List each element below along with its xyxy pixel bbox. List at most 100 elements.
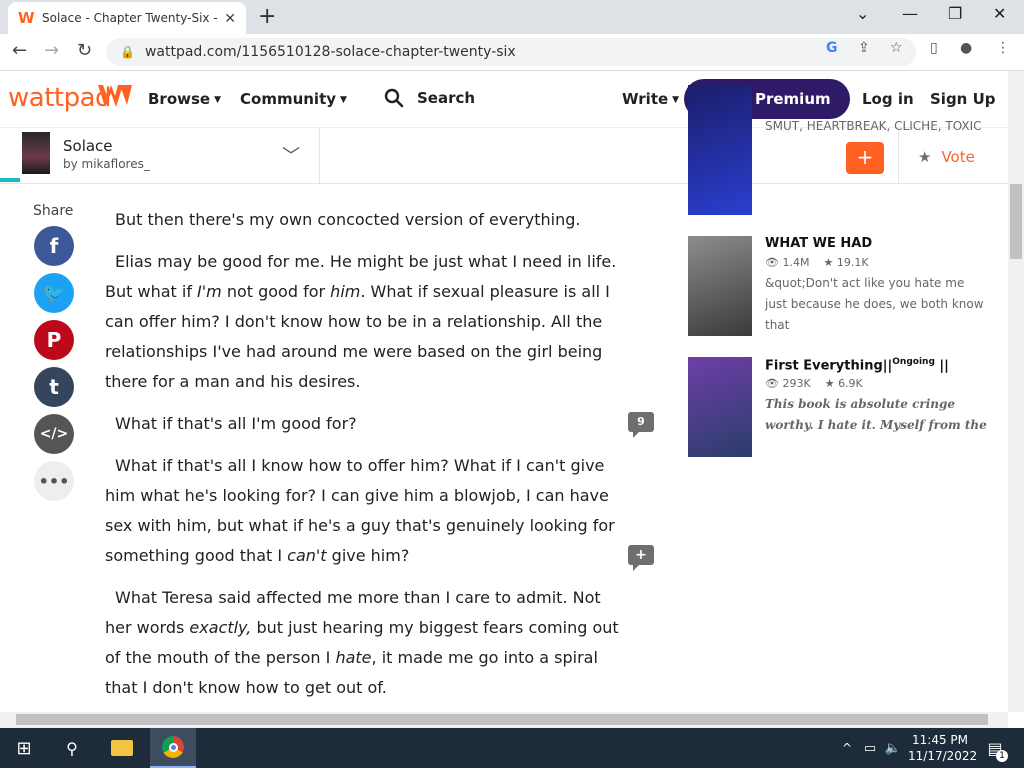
horizontal-scroll-thumb[interactable] (16, 714, 988, 725)
url-text[interactable]: wattpad.com/1156510128-solace-chapter-tw… (145, 44, 516, 60)
vertical-scroll-thumb[interactable] (1010, 184, 1022, 259)
tab-title: Solace - Chapter Twenty-Six - W (42, 11, 219, 25)
story-paragraph: But then there's my own concocted versio… (105, 205, 620, 235)
recommended-story-cover[interactable] (688, 85, 752, 215)
reads-icon: 👁 (765, 377, 779, 390)
paragraph-text: not good for (221, 282, 331, 301)
file-explorer-icon[interactable] (106, 728, 138, 768)
login-link[interactable]: Log in (862, 90, 914, 108)
reload-icon[interactable]: ↻ (77, 40, 92, 61)
recommended-story-stats: 👁 1.4M ★ 19.1K (765, 256, 869, 269)
recommended-story-stats: 👁 293K ★ 6.9K (765, 377, 863, 390)
omnibox[interactable]: 🔒 wattpad.com/1156510128-solace-chapter-… (106, 38, 916, 66)
star-icon: ★ (824, 377, 835, 390)
reads-count: 1.4M (782, 256, 810, 269)
tray-chevron-icon[interactable]: ^ (838, 728, 856, 768)
story-title[interactable]: Solace (63, 137, 113, 155)
taskbar-clock[interactable]: 11:45 PM 11/17/2022 (908, 732, 978, 764)
tab-search-chevron-icon[interactable]: ⌄ (856, 4, 869, 23)
vote-button[interactable]: ★ Vote (918, 148, 975, 166)
story-author[interactable]: by mikaflores_ (63, 157, 150, 171)
vertical-scrollbar[interactable] (1008, 71, 1024, 712)
write-menu[interactable]: Write ▼ (622, 90, 679, 108)
title-separator: || (882, 358, 893, 374)
wattpad-favicon-icon: W (18, 9, 35, 27)
notification-icon[interactable]: ▤ 1 (978, 728, 1012, 768)
emphasis-text: can't (287, 546, 327, 565)
share-panel: Share f 🐦 P t </> ••• (30, 203, 80, 501)
community-label: Community (240, 90, 337, 108)
recommended-story-title[interactable]: First Everything||Ongoing || (765, 357, 949, 373)
reading-progress-bar (0, 178, 21, 182)
volume-icon[interactable]: 🔈 (882, 728, 904, 768)
lock-icon[interactable]: 🔒 (120, 45, 135, 59)
browse-menu[interactable]: Browse ▼ (148, 90, 221, 108)
taskbar-search-icon[interactable]: ⚲ (56, 728, 88, 768)
recommended-story-description: SMUT, HEARTBREAK, CLICHE, TOXIC (765, 119, 982, 133)
paragraph-text: give him? (326, 546, 410, 565)
browser-tab[interactable]: W Solace - Chapter Twenty-Six - W ✕ (8, 2, 246, 34)
write-label: Write (622, 90, 669, 108)
chevron-down-icon: ▼ (214, 95, 222, 105)
star-icon: ★ (823, 256, 834, 269)
google-icon[interactable]: G (826, 40, 838, 56)
chrome-taskbar-icon[interactable] (150, 728, 196, 768)
chapter-text: But then there's my own concocted versio… (105, 205, 620, 715)
emphasis-text: hate (335, 648, 372, 667)
restore-icon[interactable]: ❐ (948, 4, 962, 23)
window-close-icon[interactable]: ✕ (993, 4, 1006, 23)
recommended-story-title[interactable]: WHAT WE HAD (765, 236, 872, 251)
divider (898, 128, 899, 184)
tab-close-icon[interactable]: ✕ (224, 10, 236, 27)
recommended-story-cover[interactable] (688, 236, 752, 336)
chrome-menu-icon[interactable]: ⋮ (996, 40, 1010, 56)
new-tab-icon[interactable]: + (258, 4, 276, 29)
share-page-icon[interactable]: ⇪ (858, 40, 870, 56)
story-paragraph: Elias may be good for me. He might be ju… (105, 247, 620, 397)
twitter-icon[interactable]: 🐦 (34, 273, 74, 313)
embed-icon[interactable]: </> (34, 414, 74, 454)
chapter-list-chevron-icon[interactable]: ﹀ (282, 142, 300, 168)
story-cover[interactable] (22, 132, 50, 174)
community-menu[interactable]: Community ▼ (240, 90, 347, 108)
clock-date: 11/17/2022 (908, 749, 978, 763)
clock-time: 11:45 PM (912, 733, 968, 747)
network-icon[interactable]: ▭ (860, 728, 880, 768)
recommended-story-description: This book is absolute cringe worthy. I h… (765, 397, 987, 432)
paragraph-text: What if that's all I'm good for? (115, 414, 357, 433)
chevron-down-icon: ▼ (340, 95, 347, 105)
star-icon: ★ (918, 148, 932, 166)
browser-tabbar: W Solace - Chapter Twenty-Six - W ✕ + ⌄ … (0, 0, 1024, 34)
recommended-title-text: WHAT WE HAD (765, 236, 873, 251)
more-icon[interactable]: ••• (34, 461, 74, 501)
windows-taskbar: ⊞ ⚲ ^ ▭ 🔈 11:45 PM 11/17/2022 ▤ 1 (0, 728, 1024, 768)
windows-start-icon[interactable]: ⊞ (8, 728, 40, 768)
side-panel-icon[interactable]: ▯ (930, 40, 938, 56)
emphasis-text: exactly, (189, 618, 252, 637)
search-icon (384, 88, 404, 108)
add-to-library-button[interactable]: + (846, 142, 884, 174)
pinterest-icon[interactable]: P (34, 320, 74, 360)
search-button[interactable]: Search (384, 88, 475, 108)
chevron-down-icon: ▼ (672, 95, 680, 105)
inline-comment-add[interactable]: + (628, 545, 654, 571)
minimize-icon[interactable]: — (902, 4, 918, 23)
recommended-title-sup: Ongoing (892, 357, 935, 367)
recommended-story-cover[interactable] (688, 357, 752, 457)
tumblr-icon[interactable]: t (34, 367, 74, 407)
signup-link[interactable]: Sign Up (930, 90, 996, 108)
vote-label: Vote (941, 148, 975, 166)
bookmark-star-icon[interactable]: ☆ (890, 40, 903, 56)
divider (319, 128, 320, 184)
emphasis-text: I'm (197, 282, 222, 301)
notification-count: 1 (996, 750, 1008, 762)
browse-label: Browse (148, 90, 211, 108)
wattpad-w-icon[interactable] (96, 81, 134, 111)
inline-comment-count[interactable]: 9 (628, 412, 654, 438)
recommended-title-text: First Everything (765, 358, 883, 374)
back-icon[interactable]: ← (12, 40, 27, 61)
forward-icon[interactable]: → (44, 40, 59, 61)
profile-icon[interactable]: ● (960, 40, 972, 56)
emphasis-text: him (330, 282, 361, 301)
facebook-icon[interactable]: f (34, 226, 74, 266)
